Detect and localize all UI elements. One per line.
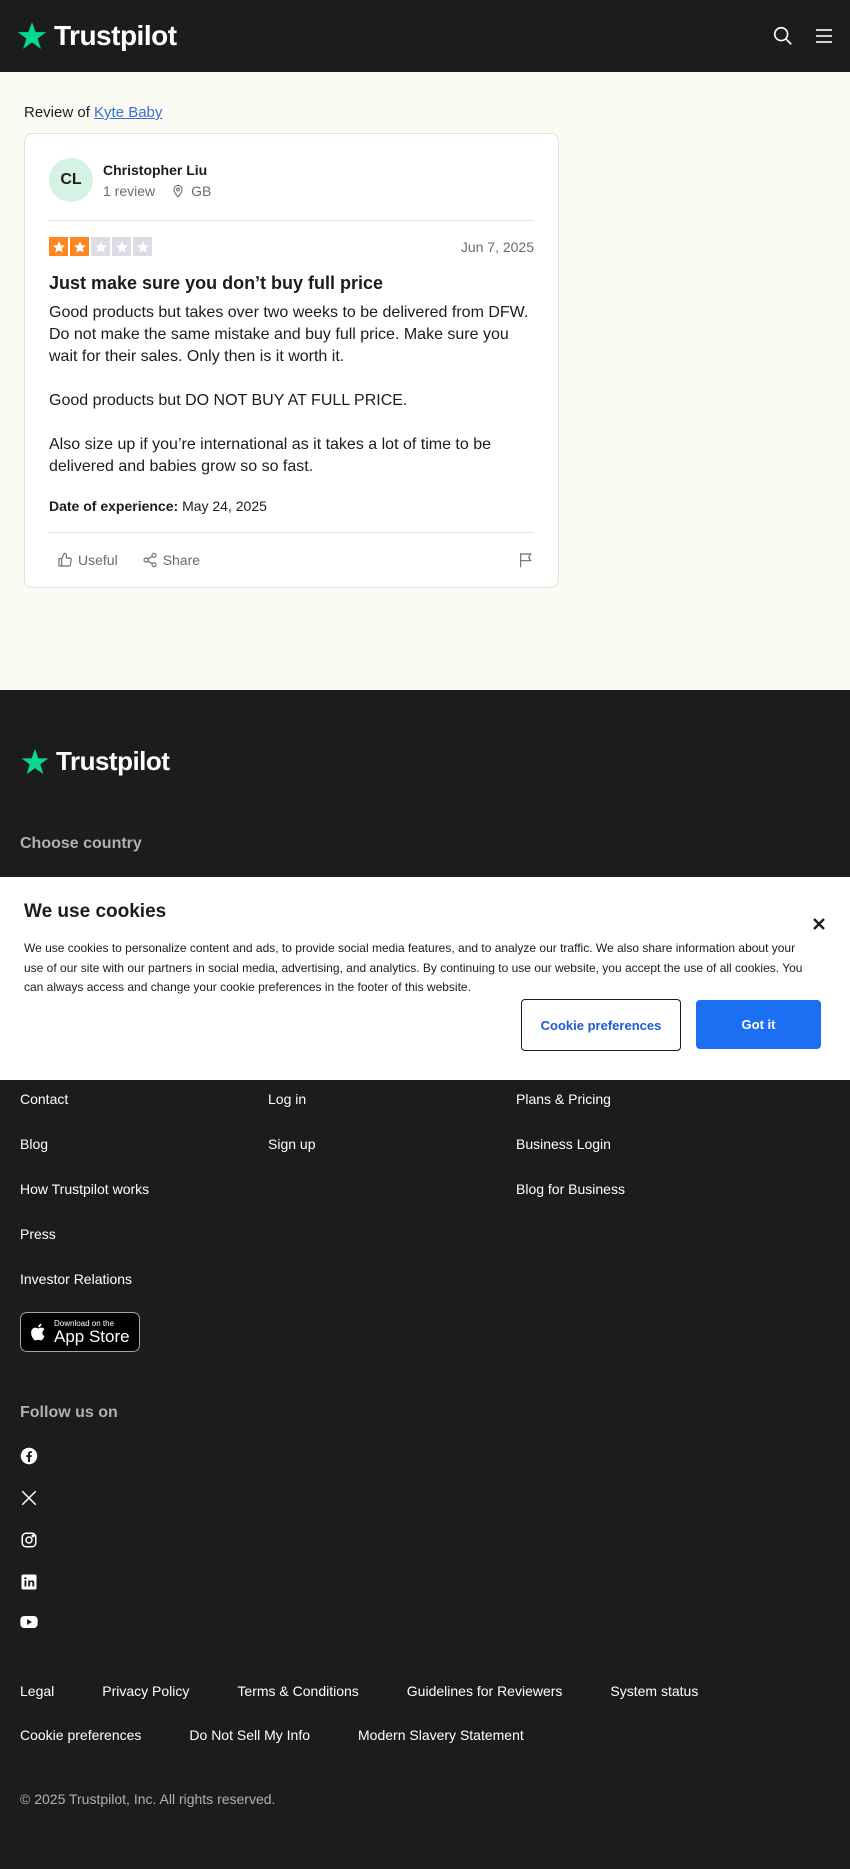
trustpilot-star-icon	[17, 22, 47, 49]
share-button[interactable]: Share	[142, 552, 200, 568]
legal-links: Legal Privacy Policy Terms & Conditions …	[20, 1683, 830, 1771]
legal-link[interactable]: Terms & Conditions	[237, 1683, 358, 1727]
top-header: Trustpilot	[0, 0, 850, 72]
legal-link[interactable]: Legal	[20, 1683, 54, 1727]
linkedin-icon[interactable]	[20, 1573, 38, 1591]
cookie-title: We use cookies	[24, 901, 167, 922]
share-icon	[143, 552, 157, 568]
date-of-experience: Date of experience: May 24, 2025	[49, 498, 534, 533]
footer-link[interactable]: Business Login	[516, 1136, 764, 1181]
close-icon[interactable]	[812, 917, 826, 931]
review-paragraph: Good products but DO NOT BUY AT FULL PRI…	[49, 392, 408, 409]
legal-link[interactable]: Privacy Policy	[102, 1683, 189, 1727]
legal-link[interactable]: Do Not Sell My Info	[189, 1727, 310, 1771]
x-icon[interactable]	[20, 1489, 38, 1507]
app-store-badge[interactable]: Download on the App Store	[20, 1312, 140, 1352]
footer-link[interactable]: How Trustpilot works	[20, 1181, 268, 1226]
reviewer-name[interactable]: Christopher Liu	[103, 162, 211, 178]
footer-link[interactable]: Contact	[20, 1091, 268, 1136]
trustpilot-logo[interactable]: Trustpilot	[16, 20, 177, 52]
apple-icon	[31, 1323, 45, 1341]
review-date: Jun 7, 2025	[460, 238, 534, 255]
experience-date: May 24, 2025	[182, 498, 267, 514]
logo-text: Trustpilot	[54, 20, 177, 51]
star-icon	[133, 237, 152, 256]
copyright: © 2025 Trustpilot, Inc. All rights reser…	[20, 1791, 276, 1807]
cookie-preferences-button[interactable]: Cookie preferences	[521, 999, 681, 1051]
youtube-icon[interactable]	[20, 1615, 38, 1629]
avatar[interactable]: CL	[49, 158, 93, 202]
main-content: Review of Kyte Baby CL Christopher Liu 1…	[0, 72, 850, 690]
thumbs-up-icon	[58, 552, 72, 567]
review-card: CL Christopher Liu 1 review GB Jun 7, 20…	[24, 133, 559, 588]
reviewer-country: GB	[191, 182, 212, 199]
reviewer-info: CL Christopher Liu 1 review GB	[49, 158, 534, 221]
hamburger-menu-icon[interactable]	[814, 27, 834, 45]
footer-link[interactable]: Blog for Business	[516, 1181, 764, 1226]
flag-icon[interactable]	[518, 551, 534, 569]
trustpilot-star-icon	[21, 748, 49, 774]
search-icon[interactable]	[772, 25, 794, 47]
review-actions: Useful Share	[49, 533, 534, 587]
cookie-banner: We use cookies We use cookies to persona…	[0, 877, 850, 1080]
review-of-prefix: Review of	[24, 104, 90, 121]
footer-link[interactable]: Log in	[268, 1091, 516, 1136]
star-icon	[70, 237, 89, 256]
legal-link[interactable]: Cookie preferences	[20, 1727, 141, 1771]
facebook-icon[interactable]	[20, 1447, 38, 1465]
footer-link[interactable]: Blog	[20, 1136, 268, 1181]
logo-text: Trustpilot	[56, 746, 170, 776]
social-links	[20, 1447, 38, 1657]
legal-link[interactable]: Guidelines for Reviewers	[407, 1683, 563, 1727]
footer-link[interactable]: Plans & Pricing	[516, 1091, 764, 1136]
useful-label: Useful	[78, 552, 118, 568]
choose-country[interactable]: Choose country	[20, 835, 142, 853]
footer-link[interactable]: Sign up	[268, 1136, 516, 1181]
share-label: Share	[162, 552, 201, 568]
accept-cookies-button[interactable]: Got it	[696, 1000, 821, 1049]
useful-button[interactable]: Useful	[57, 552, 118, 568]
star-icon	[91, 237, 110, 256]
footer-link[interactable]: Press	[20, 1226, 268, 1271]
review-paragraph: Also size up if you’re international as …	[49, 436, 492, 475]
location-pin-icon	[173, 184, 183, 198]
footer-link[interactable]: Investor Relations	[20, 1271, 268, 1316]
review-of-line: Review of Kyte Baby	[24, 104, 826, 121]
app-store-big-text: App Store	[54, 1326, 130, 1346]
legal-link[interactable]: Modern Slavery Statement	[358, 1727, 524, 1771]
follow-us-heading: Follow us on	[20, 1404, 118, 1421]
reviewer-review-count: 1 review	[103, 182, 156, 199]
review-body: Good products but takes over two weeks t…	[49, 302, 534, 478]
legal-link[interactable]: System status	[610, 1683, 698, 1727]
instagram-icon[interactable]	[20, 1531, 38, 1549]
review-paragraph: Good products but takes over two weeks t…	[49, 304, 529, 365]
footer-trustpilot-logo[interactable]: Trustpilot	[20, 746, 170, 777]
company-link[interactable]: Kyte Baby	[94, 104, 162, 121]
star-icon	[49, 237, 68, 256]
experience-label: Date of experience:	[49, 498, 179, 514]
star-icon	[112, 237, 131, 256]
review-title[interactable]: Just make sure you don’t buy full price	[49, 273, 534, 294]
site-footer: Trustpilot Choose country Contact Blog H…	[0, 690, 850, 1869]
footer-links: Contact Blog How Trustpilot works Press …	[20, 1091, 830, 1316]
star-rating	[49, 237, 152, 256]
cookie-text: We use cookies to personalize content an…	[24, 941, 803, 994]
